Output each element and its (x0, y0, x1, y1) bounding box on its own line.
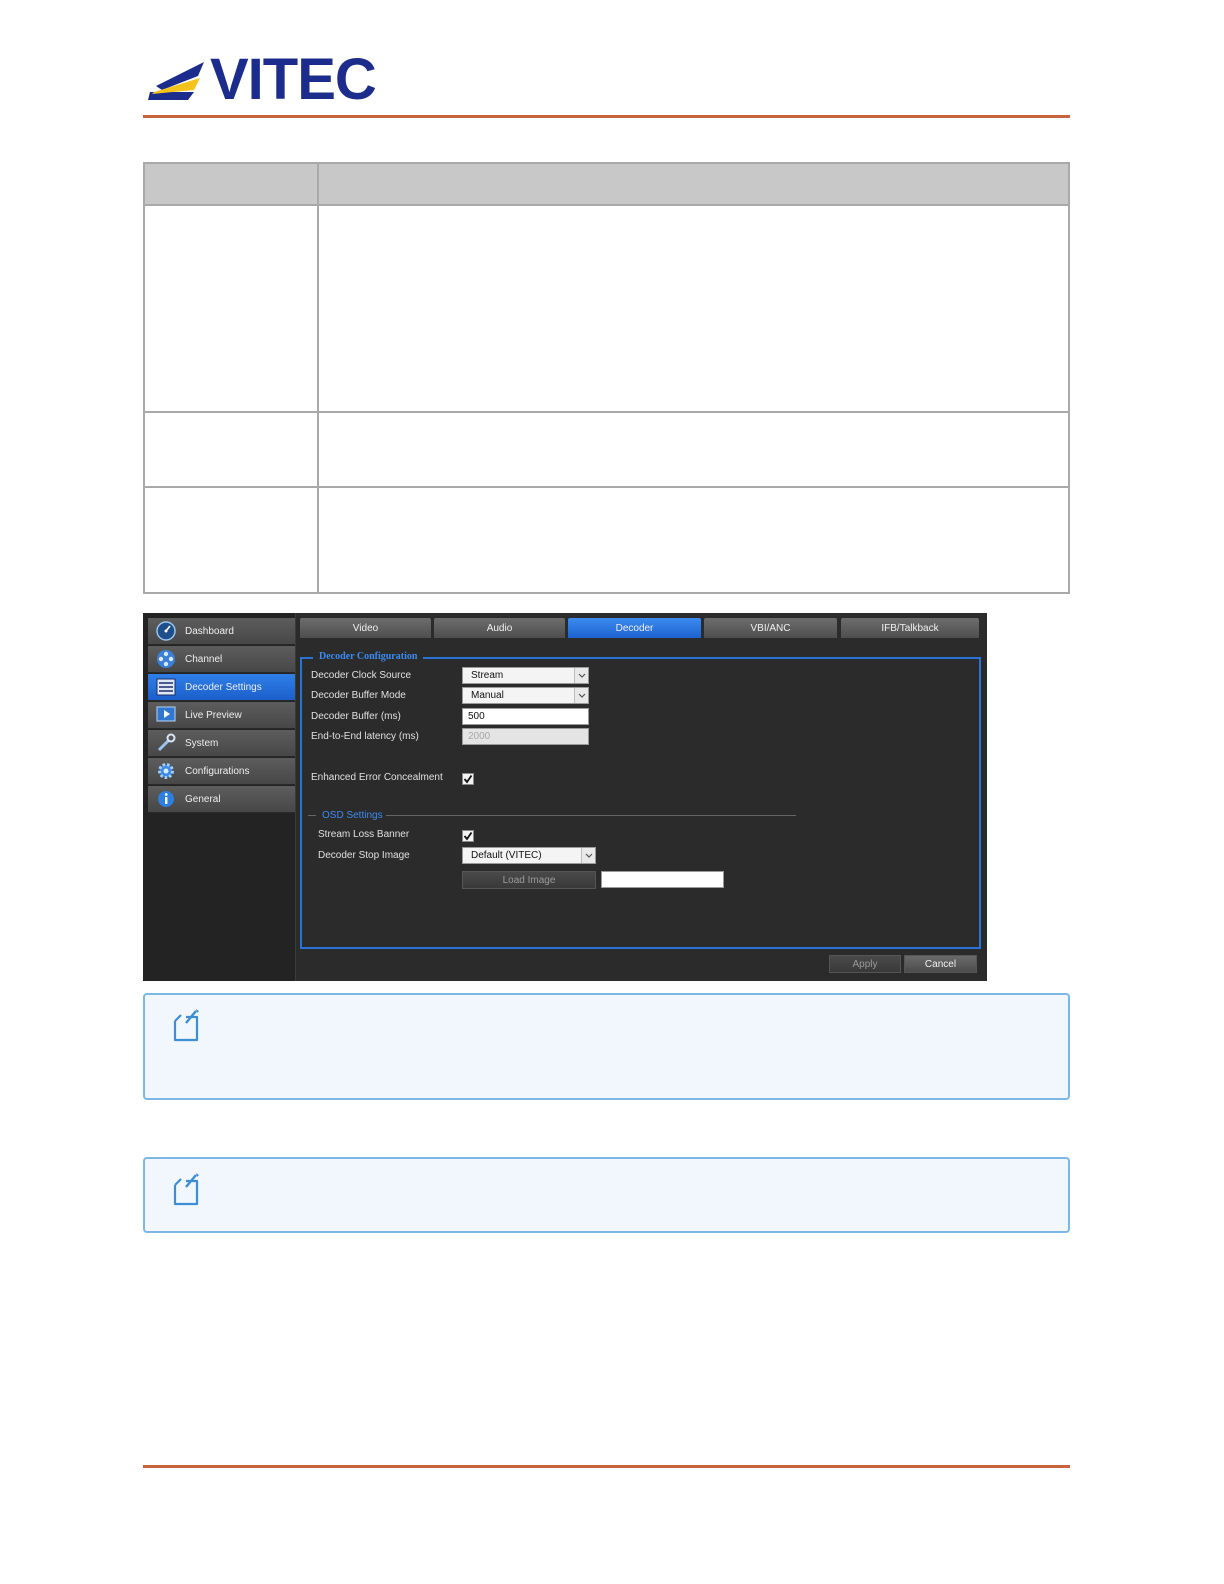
sidebar-item-channel[interactable]: Channel (148, 646, 295, 673)
decoder-stop-image-label: Decoder Stop Image (318, 850, 410, 861)
note-pencil-icon (169, 1171, 201, 1207)
table-cell (317, 204, 1070, 413)
sidebar-item-system[interactable]: System (148, 730, 295, 757)
image-path-input[interactable] (601, 871, 724, 888)
channel-reel-icon (156, 649, 176, 669)
stream-loss-banner-checkbox[interactable] (462, 830, 474, 842)
note-box (143, 1157, 1070, 1233)
chevron-down-icon[interactable] (574, 668, 588, 683)
table-cell (143, 411, 319, 488)
sidebar-item-label: General (185, 793, 221, 805)
sidebar-item-label: Decoder Settings (185, 681, 262, 693)
note-pencil-icon (169, 1007, 201, 1043)
tab-vbi-anc[interactable]: VBI/ANC (704, 618, 837, 638)
vitec-logo: VITEC (148, 47, 377, 112)
sidebar-item-label: Live Preview (185, 709, 242, 721)
header-divider (143, 115, 1070, 118)
parameter-table (143, 162, 1070, 594)
table-header-cell (143, 162, 319, 206)
osd-divider-left (308, 815, 316, 816)
sidebar-item-decoder-settings[interactable]: Decoder Settings (148, 674, 295, 701)
table-cell (143, 486, 319, 594)
chevron-down-icon[interactable] (581, 848, 595, 863)
error-concealment-checkbox[interactable] (462, 773, 474, 785)
error-concealment-label: Enhanced Error Concealment (311, 772, 443, 783)
dashboard-gauge-icon (156, 621, 176, 641)
sidebar-item-label: System (185, 737, 219, 749)
table-row (143, 204, 1070, 413)
tab-video[interactable]: Video (300, 618, 431, 638)
footer-divider (143, 1465, 1070, 1468)
checkmark-icon (463, 831, 473, 841)
tab-ifb-talkback[interactable]: IFB/Talkback (841, 618, 979, 638)
table-cell (317, 486, 1070, 594)
decoder-settings-icon (156, 677, 176, 697)
wrench-icon (156, 733, 176, 753)
logo-wordmark: VITEC (210, 47, 377, 112)
chevron-down-icon[interactable] (574, 688, 588, 703)
table-header-row (143, 162, 1070, 206)
latency-ms-input: 2000 (462, 728, 589, 745)
sidebar-item-dashboard[interactable]: Dashboard (148, 618, 295, 645)
sidebar: Dashboard Channel Decoder Settings Live … (143, 613, 296, 981)
stream-loss-banner-label: Stream Loss Banner (318, 829, 410, 840)
sidebar-item-live-preview[interactable]: Live Preview (148, 702, 295, 729)
checkmark-icon (463, 774, 473, 784)
cancel-button[interactable]: Cancel (904, 955, 977, 973)
buffer-mode-value: Manual (471, 690, 504, 701)
buffer-ms-label: Decoder Buffer (ms) (311, 711, 401, 722)
clock-source-select[interactable]: Stream (462, 667, 589, 684)
sidebar-item-configurations[interactable]: Configurations (148, 758, 295, 785)
sidebar-item-label: Configurations (185, 765, 250, 777)
buffer-mode-select[interactable]: Manual (462, 687, 589, 704)
vitec-logo-mark-icon (148, 54, 208, 106)
sidebar-item-label: Dashboard (185, 625, 234, 637)
table-row (143, 411, 1070, 488)
decoder-configuration-legend: Decoder Configuration (313, 651, 424, 662)
sidebar-item-label: Channel (185, 653, 223, 665)
clock-source-label: Decoder Clock Source (311, 670, 412, 681)
settings-tabs: Video Audio Decoder VBI/ANC IFB/Talkback (300, 618, 981, 638)
live-preview-icon (156, 705, 176, 725)
info-icon (156, 789, 176, 809)
table-cell (317, 411, 1070, 488)
buffer-ms-input[interactable]: 500 (462, 708, 589, 725)
decoder-settings-screenshot: Dashboard Channel Decoder Settings Live … (143, 613, 987, 981)
osd-settings-legend: OSD Settings (322, 810, 383, 821)
table-row (143, 486, 1070, 594)
latency-ms-label: End-to-End latency (ms) (311, 731, 419, 742)
apply-button[interactable]: Apply (829, 955, 901, 973)
osd-divider-right (386, 815, 796, 816)
sidebar-item-general[interactable]: General (148, 786, 295, 813)
gear-icon (156, 761, 176, 781)
load-image-button[interactable]: Load Image (462, 871, 596, 889)
note-box (143, 993, 1070, 1100)
tab-decoder[interactable]: Decoder (568, 618, 701, 638)
buffer-mode-label: Decoder Buffer Mode (311, 690, 406, 701)
table-cell (143, 204, 319, 413)
clock-source-value: Stream (471, 670, 504, 681)
tab-audio[interactable]: Audio (434, 618, 565, 638)
decoder-stop-image-value: Default (VITEC) (471, 850, 542, 861)
decoder-stop-image-select[interactable]: Default (VITEC) (462, 847, 596, 864)
table-header-cell (317, 162, 1070, 206)
